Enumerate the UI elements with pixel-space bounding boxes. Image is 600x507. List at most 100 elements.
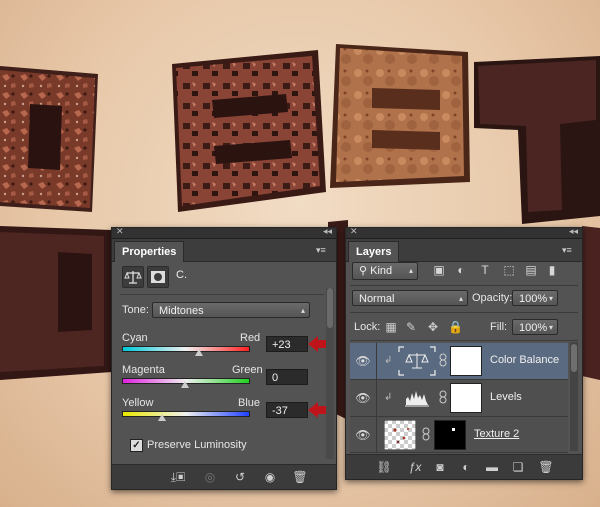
yellow-label: Yellow [122, 397, 154, 409]
chevron-down-icon: ▾ [548, 294, 553, 303]
opacity-field[interactable]: 100% ▾ [512, 290, 558, 306]
mask-toggle-icon[interactable] [147, 266, 169, 288]
cyan-red-value-field[interactable]: +23 [266, 336, 308, 352]
lock-label: Lock: [354, 321, 381, 333]
layer-row-levels[interactable]: 👁 ↲ Levels [350, 380, 568, 417]
preserve-luminosity-checkbox[interactable]: ✓ [130, 439, 143, 452]
tone-select[interactable]: Midtones ▴ [152, 302, 310, 318]
layer-name: Levels [490, 391, 522, 403]
magenta-green-value-field[interactable]: 0 [266, 369, 308, 385]
chevron-down-icon: ▾ [548, 323, 553, 332]
new-adjustment-icon[interactable]: ◐ [456, 458, 476, 476]
collapse-panel-icon[interactable]: ◂◂ [323, 226, 332, 237]
link-layers-icon[interactable]: ⛓ [374, 458, 394, 476]
link-chain-icon[interactable] [439, 353, 447, 367]
clip-to-layer-icon[interactable]: ⤓▣ [168, 468, 188, 486]
tone-label: Tone: [122, 304, 149, 316]
eye-icon[interactable]: 👁 [354, 354, 372, 368]
divider [350, 340, 578, 341]
trash-icon[interactable]: 🗑 [536, 458, 556, 476]
fill-field[interactable]: 100% ▾ [512, 319, 558, 335]
properties-panel: ✕ ◂◂ Properties ▾≡ C. Tone: Midtones ▴ C… [111, 226, 337, 490]
histogram-icon [405, 391, 429, 407]
divider [120, 294, 324, 295]
filter-kind-select[interactable]: ⚲ Kind ▴ [352, 262, 418, 280]
lock-position-icon[interactable]: ✥ [426, 320, 440, 334]
filter-kind-value: Kind [370, 265, 393, 277]
clipping-indicator-icon: ↲ [384, 355, 393, 366]
divider [376, 417, 377, 452]
scrollbar-thumb[interactable] [327, 288, 333, 328]
magenta-green-slider-thumb[interactable] [181, 381, 189, 388]
mask-speck [452, 428, 455, 431]
new-group-folder-icon[interactable]: ▬ [482, 458, 502, 476]
reset-icon[interactable]: ↺ [230, 468, 250, 486]
properties-tabbar: Properties ▾≡ [112, 239, 336, 262]
layer-row-color-balance[interactable]: 👁 ↲ Color Balance [350, 343, 568, 380]
panel-title-strip: ✕ ◂◂ [346, 226, 582, 239]
fill-value: 100% [519, 322, 548, 334]
link-chain-icon[interactable] [439, 390, 447, 404]
layer-mask-thumbnail[interactable] [434, 420, 466, 450]
properties-scrollbar[interactable] [326, 288, 334, 459]
blue-label: Blue [238, 397, 261, 409]
balance-scale-icon [124, 271, 142, 284]
layers-scrollbar[interactable] [570, 342, 578, 451]
layer-name: Color Balance [490, 354, 560, 366]
eye-icon[interactable]: 👁 [354, 391, 372, 405]
opacity-label: Opacity: [472, 292, 513, 304]
adjustment-icon[interactable] [122, 266, 144, 288]
adjustment-layer-filter-icon[interactable]: ◐ [454, 263, 468, 277]
eye-icon[interactable]: 👁 [354, 428, 372, 442]
view-previous-state-icon[interactable]: ◎ [200, 468, 220, 486]
pixel-layer-filter-icon[interactable]: ▣ [432, 263, 446, 277]
yellow-blue-slider-track[interactable] [122, 411, 250, 417]
divider [376, 343, 377, 379]
shape-layer-filter-icon[interactable]: ⬚ [502, 263, 516, 277]
tab-properties[interactable]: Properties [114, 241, 185, 262]
scrollbar-thumb[interactable] [571, 344, 577, 372]
cyan-label: Cyan [122, 332, 148, 344]
cyan-red-slider-thumb[interactable] [195, 349, 204, 356]
type-layer-filter-icon[interactable]: T [478, 263, 492, 277]
filter-toggle-icon[interactable]: ▮ [548, 263, 556, 277]
tab-layers[interactable]: Layers [348, 241, 400, 262]
panel-menu-icon[interactable]: ▾≡ [562, 245, 576, 255]
panel-menu-icon[interactable]: ▾≡ [316, 245, 330, 255]
link-chain-icon[interactable] [422, 427, 430, 441]
yellow-blue-slider-thumb[interactable] [157, 414, 166, 421]
blend-mode-select[interactable]: Normal ▴ [352, 290, 468, 306]
new-layer-icon[interactable]: ❏ [508, 458, 528, 476]
layer-mask-thumbnail[interactable] [450, 383, 482, 413]
layer-filter-row: ⚲ Kind ▴ ▣ ◐ T ⬚ ▤ ▮ [352, 262, 576, 280]
lock-options: ▦ ✎ ✥ 🔒 [384, 320, 484, 334]
fx-icon[interactable]: ƒx [404, 458, 426, 476]
trash-icon[interactable]: 🗑 [290, 468, 310, 486]
preserve-luminosity-label: Preserve Luminosity [147, 439, 247, 451]
close-panel-icon[interactable]: ✕ [350, 226, 358, 237]
divider [376, 380, 377, 416]
add-mask-icon[interactable]: ◙ [430, 458, 450, 476]
layer-name: Texture 2 [474, 428, 520, 440]
collapse-panel-icon[interactable]: ◂◂ [569, 226, 578, 237]
smart-object-filter-icon[interactable]: ▤ [524, 263, 538, 277]
layers-panel: ✕ ◂◂ Layers ▾≡ ⚲ Kind ▴ ▣ ◐ T ⬚ ▤ ▮ Norm… [345, 226, 583, 480]
close-panel-icon[interactable]: ✕ [116, 226, 124, 237]
opacity-value: 100% [519, 293, 548, 305]
divider [350, 285, 578, 286]
cyan-red-slider-track[interactable] [122, 346, 250, 352]
layer-mask-icon [151, 271, 165, 283]
lock-all-icon[interactable]: 🔒 [448, 320, 463, 334]
adjustment-title: C. [176, 269, 187, 281]
visibility-eye-icon[interactable]: ◉ [260, 468, 280, 486]
layer-row-texture-2[interactable]: 👁 Texture 2 [350, 417, 568, 453]
green-label: Green [232, 364, 263, 376]
layer-mask-thumbnail[interactable] [450, 346, 482, 376]
lock-image-pixels-icon[interactable]: ✎ [404, 320, 418, 334]
tone-select-value: Midtones [159, 305, 204, 317]
layers-footer: ⛓ ƒx ◙ ◐ ▬ ❏ 🗑 [346, 454, 582, 479]
lock-transparent-pixels-icon[interactable]: ▦ [384, 320, 398, 334]
yellow-blue-value-field[interactable]: -37 [266, 402, 308, 418]
magenta-label: Magenta [122, 364, 165, 376]
fill-label: Fill: [490, 321, 508, 333]
